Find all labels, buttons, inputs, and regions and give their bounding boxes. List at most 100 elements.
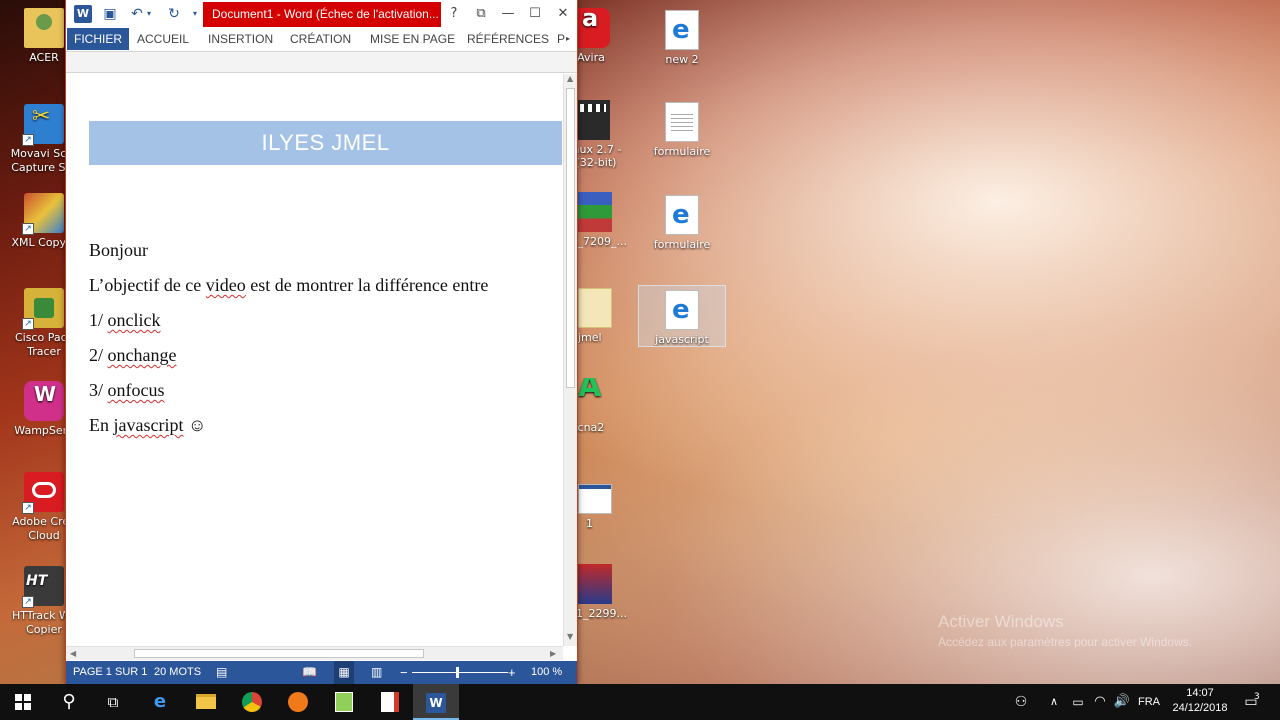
- input-language[interactable]: FRA: [1136, 684, 1162, 720]
- tab-creation[interactable]: CRÉATION: [290, 28, 351, 50]
- notepad-plus-plus-icon[interactable]: [321, 684, 367, 720]
- ie-html-file-icon: e: [665, 10, 699, 50]
- desktop-icon-new-2[interactable]: e new 2: [642, 10, 722, 66]
- doc-line-item-1: 1/ onclick: [89, 310, 161, 330]
- doc-line-item-2: 2/ onchange: [89, 345, 177, 365]
- close-button[interactable]: ✕: [550, 2, 576, 26]
- windows-logo-icon: [15, 694, 31, 710]
- desktop-icon-label: formulaire: [653, 145, 711, 158]
- avast-icon[interactable]: [275, 684, 321, 720]
- zoom-level[interactable]: 100 %: [531, 661, 562, 684]
- proofing-icon[interactable]: ▤: [216, 661, 227, 684]
- tab-fichier[interactable]: FICHIER: [67, 28, 129, 50]
- show-hidden-icons-icon[interactable]: ∧: [1044, 684, 1064, 720]
- scroll-right-icon[interactable]: ▶: [550, 648, 556, 660]
- doc-line-closing: En javascript ☺: [89, 415, 207, 435]
- desktop-icon-javascript[interactable]: e javascript: [642, 290, 722, 346]
- zoom-slider-thumb[interactable]: [456, 667, 459, 678]
- minimize-button[interactable]: —: [495, 2, 521, 26]
- battery-icon[interactable]: ▭: [1068, 684, 1088, 720]
- winrar-icon: [578, 192, 612, 232]
- shortcut-arrow-icon: ↗: [22, 502, 34, 514]
- volume-icon[interactable]: 🔊: [1112, 684, 1132, 720]
- wifi-icon[interactable]: ◠: [1090, 684, 1110, 720]
- tab-insertion[interactable]: INSERTION: [208, 28, 273, 50]
- page-count[interactable]: PAGE 1 SUR 1: [73, 661, 147, 684]
- smiley-icon: ☺: [183, 415, 207, 435]
- people-icon[interactable]: ⚇: [1010, 684, 1032, 720]
- zoom-out-button[interactable]: −: [400, 661, 408, 684]
- maximize-button[interactable]: ☐: [522, 2, 548, 26]
- word-titlebar: W ▣ ↶ ▾ ↻ ▾ Document1 - Word (Échec de l…: [66, 0, 577, 28]
- horizontal-scroll-thumb[interactable]: [134, 649, 424, 658]
- tab-more[interactable]: P: [557, 28, 565, 50]
- word-logo-icon[interactable]: W: [74, 5, 92, 23]
- misspelled-word[interactable]: javascript: [114, 415, 184, 435]
- word-count[interactable]: 20 MOTS: [154, 661, 201, 684]
- misspelled-word[interactable]: video: [206, 275, 246, 295]
- shortcut-arrow-icon: ↗: [22, 134, 34, 146]
- file-explorer-icon[interactable]: [183, 684, 229, 720]
- status-bar: PAGE 1 SUR 1 20 MOTS ▤ 📖 ▦ ▥ − + 100 %: [66, 661, 577, 684]
- tab-references[interactable]: RÉFÉRENCES: [467, 28, 549, 50]
- text-file-icon: [665, 102, 699, 142]
- activate-windows-subtitle: Accédez aux paramètres pour activer Wind…: [938, 635, 1193, 649]
- clock-date: 24/12/2018: [1172, 702, 1228, 714]
- document-heading: ILYES JMEL: [89, 121, 562, 165]
- folder-user-icon: [24, 8, 64, 48]
- start-button[interactable]: [0, 684, 46, 720]
- taskbar: ⚲ ⧉ e W ⚇ ∧ ▭ ◠ 🔊 FRA 14:07 24/12/2018 ▭…: [0, 684, 1280, 720]
- word-taskbar-icon[interactable]: W: [413, 684, 459, 720]
- activate-windows-title: Activer Windows: [938, 612, 1064, 631]
- cisco-packet-tracer-icon: ↗: [22, 288, 64, 330]
- horizontal-scrollbar[interactable]: ◀ ▶: [66, 646, 563, 660]
- desktop-icon-formulaire-txt[interactable]: formulaire: [642, 102, 722, 158]
- task-view-icon[interactable]: ⧉: [90, 684, 136, 720]
- scroll-left-icon[interactable]: ◀: [70, 648, 76, 660]
- doc-line-objective: L’objectif de ce video est de montrer la…: [89, 275, 489, 295]
- edge-browser-icon[interactable]: e: [137, 684, 183, 720]
- misspelled-word[interactable]: onfocus: [108, 380, 165, 400]
- ribbon-scroll-right-icon[interactable]: ▸: [566, 28, 570, 50]
- app-icon: A: [578, 378, 602, 404]
- print-layout-icon[interactable]: ▦: [334, 661, 354, 684]
- document-page[interactable]: ILYES JMEL Bonjour L’objectif de ce vide…: [66, 74, 563, 646]
- misspelled-word[interactable]: onchange: [108, 345, 177, 365]
- customize-toolbar-icon[interactable]: ▾: [190, 5, 200, 23]
- ribbon-tabs: FICHIER ACCUEIL INSERTION CRÉATION MISE …: [66, 28, 577, 50]
- help-button[interactable]: ?: [441, 2, 467, 26]
- tab-accueil[interactable]: ACCUEIL: [137, 28, 189, 50]
- search-icon[interactable]: ⚲: [46, 684, 92, 720]
- zoom-slider[interactable]: [412, 667, 508, 678]
- scroll-up-icon[interactable]: ▲: [567, 73, 573, 85]
- desktop-icon-formulaire-html[interactable]: e formulaire: [642, 195, 722, 251]
- tab-mise-en-page[interactable]: MISE EN PAGE: [370, 28, 455, 50]
- save-icon[interactable]: ▣: [101, 5, 119, 23]
- shortcut-arrow-icon: ↗: [22, 223, 34, 235]
- movavi-icon: ✂ ↗: [22, 104, 64, 146]
- document-icon: [578, 484, 612, 514]
- scroll-down-icon[interactable]: ▼: [567, 631, 573, 643]
- vertical-scrollbar[interactable]: ▲ ▼: [563, 74, 577, 646]
- clock[interactable]: 14:07 24/12/2018: [1168, 686, 1232, 716]
- chrome-icon[interactable]: [229, 684, 275, 720]
- ie-html-file-icon: e: [665, 195, 699, 235]
- desktop-icon-label: javascript: [655, 333, 709, 346]
- desktop-icon-label: new 2: [665, 53, 699, 66]
- redo-icon[interactable]: ↻: [165, 5, 183, 23]
- app-taskbar-icon[interactable]: [367, 684, 413, 720]
- zoom-in-button[interactable]: +: [508, 661, 516, 684]
- collapsed-ribbon-bar: [66, 51, 577, 73]
- ribbon-display-options-button[interactable]: ⧉: [468, 2, 494, 26]
- shortcut-arrow-icon: ↗: [22, 596, 34, 608]
- vertical-scroll-thumb[interactable]: [566, 88, 575, 388]
- web-layout-icon[interactable]: ▥: [371, 661, 382, 684]
- doc-line-greeting: Bonjour: [89, 240, 149, 260]
- undo-dropdown-icon[interactable]: ▾: [144, 5, 154, 23]
- read-mode-icon[interactable]: 📖: [302, 661, 317, 684]
- notification-count: 3: [1254, 692, 1260, 702]
- video-clapper-icon: [576, 100, 610, 140]
- folder-icon: [578, 288, 612, 328]
- notification-center-icon[interactable]: ▭ 3: [1238, 684, 1264, 720]
- misspelled-word[interactable]: onclick: [108, 310, 161, 330]
